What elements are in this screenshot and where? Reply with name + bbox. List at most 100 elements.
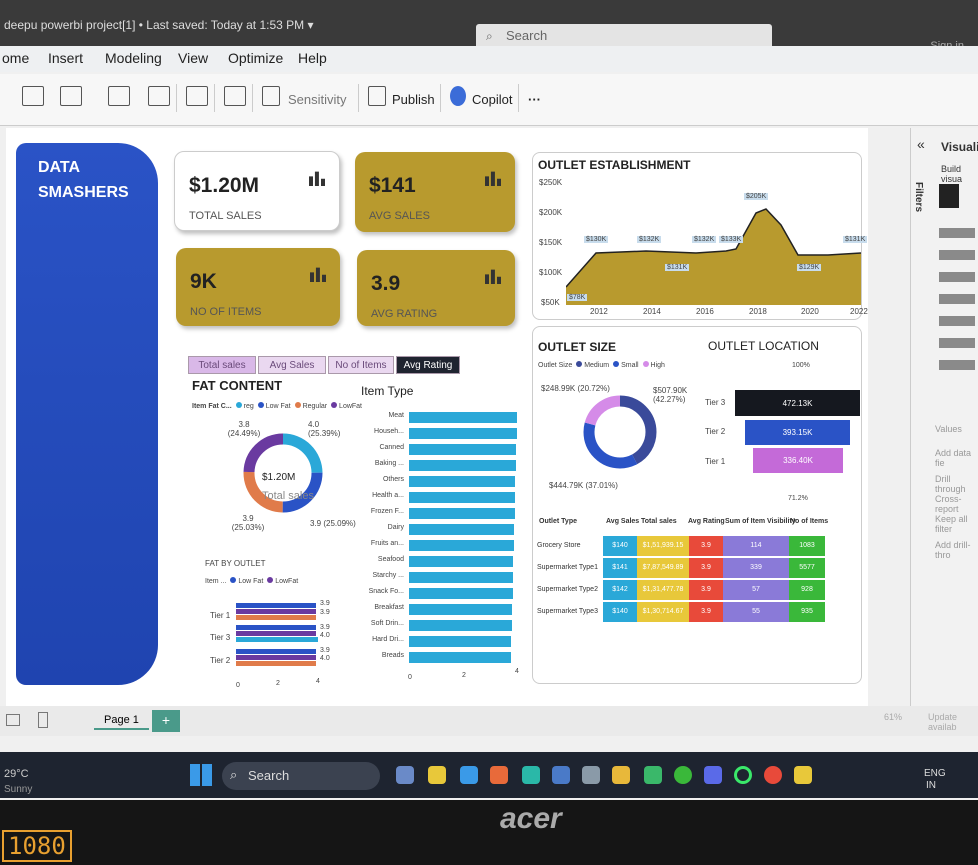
funnel-bar-tier2[interactable]: 393.15K — [745, 420, 850, 445]
filters-tab[interactable]: Filters — [913, 182, 924, 212]
bar[interactable] — [236, 631, 316, 636]
data-icon[interactable] — [60, 86, 82, 106]
item-type-bar[interactable] — [409, 476, 516, 487]
bar[interactable] — [236, 615, 316, 620]
kpi-no-of-items[interactable]: 9K NO OF ITEMS — [176, 248, 340, 326]
item-type-bar[interactable] — [409, 652, 511, 663]
item-type-bar[interactable] — [409, 556, 514, 567]
folder-icon[interactable] — [612, 766, 630, 784]
taskbar-search[interactable]: ⌕ Search — [222, 762, 380, 790]
item-type-bar[interactable] — [409, 428, 517, 439]
table-icon[interactable] — [22, 86, 44, 106]
table-row[interactable]: Supermarket Type3 $140 $1,30,714.67 3.9 55 93… — [537, 602, 827, 622]
bar[interactable] — [236, 655, 316, 660]
item-type-bar[interactable] — [409, 524, 515, 535]
kpi-avg-rating[interactable]: 3.9 AVG RATING — [357, 250, 515, 326]
app-icon[interactable] — [582, 766, 600, 784]
kpi-total-sales[interactable]: $1.20M TOTAL SALES — [174, 151, 340, 231]
item-type-bar[interactable] — [409, 492, 515, 503]
page-tab-page-1[interactable]: Page 1 — [94, 712, 149, 730]
more-button[interactable]: ··· — [528, 92, 541, 107]
item-type-bar[interactable] — [409, 588, 513, 599]
app-icon[interactable] — [396, 766, 414, 784]
powerbi-icon[interactable] — [794, 766, 812, 784]
build-visual-icon[interactable] — [939, 184, 959, 208]
item-type-bar[interactable] — [409, 508, 515, 519]
item-type-bar[interactable] — [409, 620, 512, 631]
legend-lowfat: LowFat — [275, 578, 299, 585]
language-indicator[interactable]: ENG — [924, 768, 946, 779]
chrome-icon[interactable] — [764, 766, 782, 784]
outlet-size-donut[interactable] — [580, 387, 660, 477]
windows-start-icon[interactable] — [190, 764, 212, 786]
chart-icon — [485, 171, 501, 186]
menu-modeling[interactable]: Modeling — [105, 50, 162, 66]
browser-icon[interactable] — [490, 766, 508, 784]
bar[interactable] — [236, 649, 316, 654]
publish-icon[interactable] — [368, 86, 386, 106]
publish-button[interactable]: Publish — [392, 92, 435, 107]
add-data-field[interactable]: Add data fie — [935, 448, 978, 468]
page-view-icon[interactable] — [6, 714, 20, 726]
update-available[interactable]: Update availab — [928, 712, 978, 732]
copilot-icon[interactable] — [450, 86, 466, 106]
item-type-bar[interactable] — [409, 460, 516, 471]
app-icon[interactable] — [704, 766, 722, 784]
item-type-bar[interactable] — [409, 636, 512, 647]
item-type-bar[interactable] — [409, 540, 514, 551]
menu-help[interactable]: Help — [298, 50, 327, 66]
app-icon[interactable] — [552, 766, 570, 784]
item-type-bar[interactable] — [409, 444, 517, 455]
app-icon[interactable] — [522, 766, 540, 784]
item-type-bar[interactable] — [409, 572, 513, 583]
cross-report-label[interactable]: Cross-report — [935, 494, 978, 514]
mobile-view-icon[interactable] — [38, 712, 48, 728]
calculator-icon[interactable] — [224, 86, 246, 106]
add-page-button[interactable]: + — [152, 710, 180, 732]
item-type-bar[interactable] — [409, 604, 513, 615]
weather-temp[interactable]: 29°C — [4, 768, 29, 780]
tab-avg-sales[interactable]: Avg Sales — [258, 356, 326, 374]
outlet-establishment-area-chart[interactable] — [566, 195, 862, 307]
table-row[interactable]: Supermarket Type1 $141 $7,87,549.89 3.9 339 5… — [537, 558, 827, 578]
table-row[interactable]: Grocery Store $140 $1,51,939.15 3.9 114 1083 — [537, 536, 827, 556]
app-icon[interactable] — [644, 766, 662, 784]
app-icon[interactable] — [428, 766, 446, 784]
collapse-icon[interactable]: « — [917, 136, 925, 152]
y-tick: $250K — [539, 178, 563, 187]
tab-avg-rating[interactable]: Avg Rating — [396, 356, 460, 374]
sensitivity-button[interactable]: Sensitivity — [288, 92, 347, 107]
legend-title: Outlet Size — [538, 362, 573, 369]
visual-icon-grid[interactable] — [939, 228, 975, 378]
bar[interactable] — [236, 609, 316, 614]
menu-optimize[interactable]: Optimize — [228, 50, 283, 66]
copilot-button[interactable]: Copilot — [472, 92, 512, 107]
bar[interactable] — [236, 637, 318, 642]
zoom-level[interactable]: 61% — [884, 712, 902, 722]
menu-view[interactable]: View — [178, 50, 208, 66]
table-row[interactable]: Supermarket Type2 $142 $1,31,477.78 3.9 57 92… — [537, 580, 827, 600]
visual-icon[interactable] — [186, 86, 208, 106]
funnel-bar-tier1[interactable]: 336.40K — [753, 448, 843, 473]
tab-no-of-items[interactable]: No of Items — [328, 356, 394, 374]
bar[interactable] — [236, 603, 316, 608]
menu-insert[interactable]: Insert — [48, 50, 83, 66]
bar[interactable] — [236, 625, 316, 630]
funnel-bar-tier3[interactable]: 472.13K — [735, 390, 860, 416]
whatsapp-icon[interactable] — [674, 766, 692, 784]
app-icon[interactable] — [460, 766, 478, 784]
item-type-bar[interactable] — [409, 412, 517, 423]
add-drill-field[interactable]: Add drill-thro — [935, 540, 978, 560]
menu-home[interactable]: ome — [2, 50, 29, 66]
item-type-label: Starchy ... — [372, 572, 404, 579]
transform-icon[interactable] — [108, 86, 130, 106]
tab-total-sales[interactable]: Total sales — [188, 356, 256, 374]
outlet-establishment-title: OUTLET ESTABLISHMENT — [538, 158, 691, 172]
sensitivity-icon[interactable] — [262, 86, 280, 106]
item-type-label: Meat — [388, 412, 404, 419]
kpi-avg-sales[interactable]: $141 AVG SALES — [355, 152, 515, 232]
app-icon[interactable] — [734, 766, 752, 784]
bar[interactable] — [236, 661, 316, 666]
refresh-icon[interactable] — [148, 86, 170, 106]
keep-filters-label[interactable]: Keep all filter — [935, 514, 978, 534]
